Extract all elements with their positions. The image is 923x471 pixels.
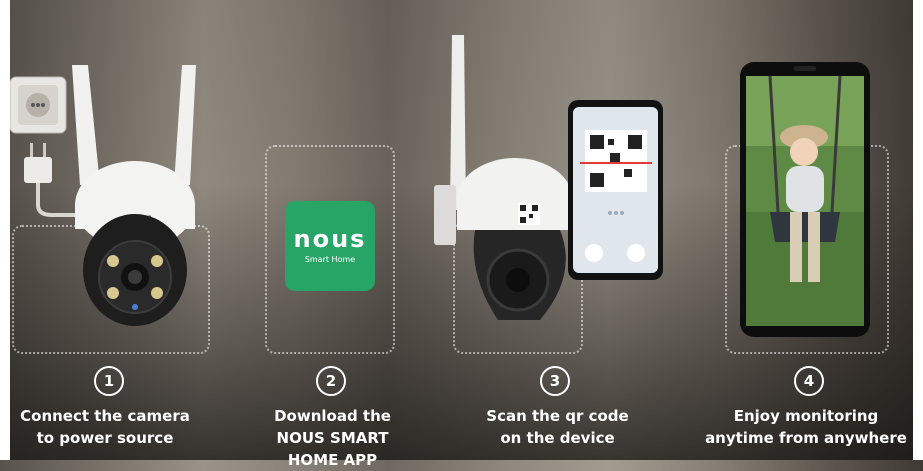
outdoor-camera-icon: nous bbox=[10, 65, 196, 326]
ptz-camera-icon bbox=[434, 35, 663, 320]
step-2-label: Download the NOUS SMART HOME APP bbox=[274, 407, 391, 469]
left-margin bbox=[0, 0, 10, 460]
qr-code-icon bbox=[518, 203, 540, 225]
smartphone-icon bbox=[568, 100, 663, 280]
app-subtitle: Smart Home bbox=[304, 255, 356, 264]
step-2-number: 2 bbox=[316, 366, 346, 396]
nous-app-icon[interactable]: nous Smart Home bbox=[285, 201, 375, 291]
step-1-number: 1 bbox=[94, 366, 124, 396]
smartphone-icon bbox=[740, 62, 870, 337]
step-4-number: 4 bbox=[794, 366, 824, 396]
right-margin bbox=[913, 0, 923, 460]
step-3-label: Scan the qr code on the device bbox=[486, 407, 629, 447]
step-4-label: Enjoy monitoring anytime from anywhere bbox=[705, 407, 907, 447]
app-logo: nous bbox=[293, 225, 367, 253]
setup-steps-banner: nous nous Smart Home bbox=[0, 0, 923, 469]
power-socket-icon bbox=[10, 76, 67, 134]
step-3-number: 3 bbox=[540, 366, 570, 396]
step-1-label: Connect the camera to power source bbox=[20, 407, 190, 447]
